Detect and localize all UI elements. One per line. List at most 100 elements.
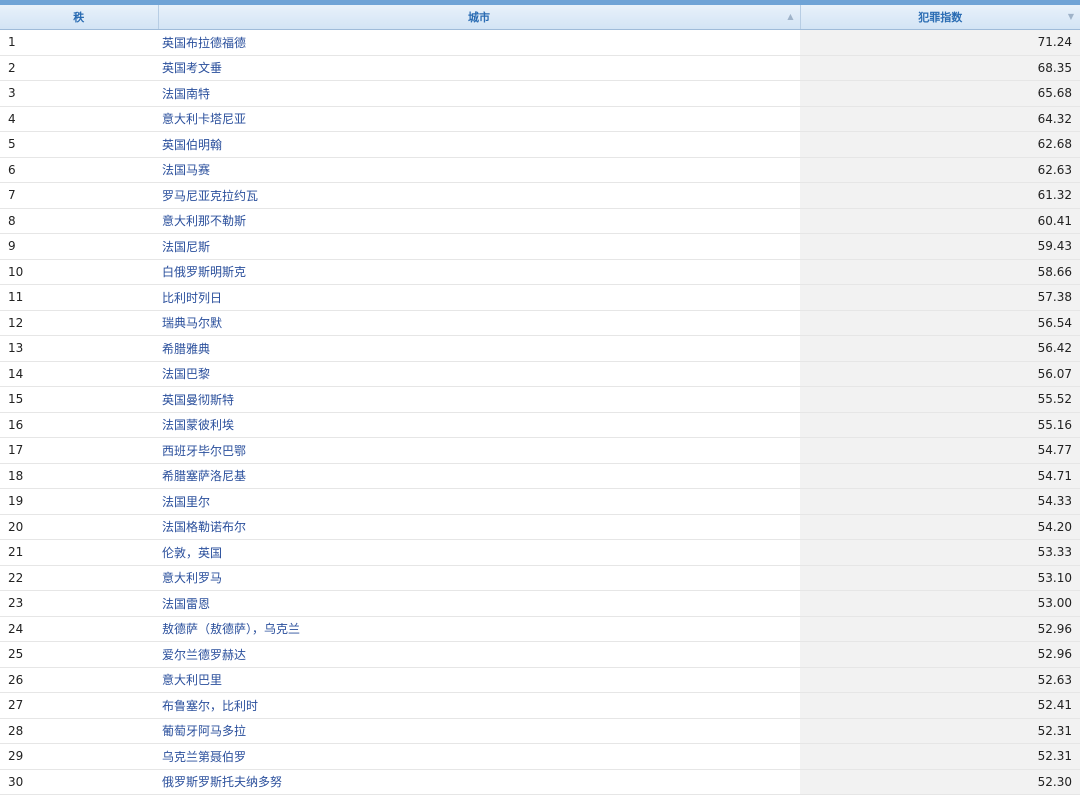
table-row[interactable]: 23 法国雷恩 53.00	[0, 590, 1080, 617]
crime-index-cell: 54.20	[800, 514, 1080, 540]
rank-cell: 10	[0, 259, 158, 285]
table-row[interactable]: 16 法国蒙彼利埃 55.16	[0, 412, 1080, 438]
sort-descending-icon[interactable]: ▼	[1068, 12, 1074, 21]
crime-index-table: 秩 城市 ▲ 犯罪指数 ▼ 1 英国布拉德福德 71.24 2 英国考文垂 68.35 3 法…	[0, 5, 1080, 795]
table-row[interactable]: 29 乌克兰第聂伯罗 52.31	[0, 743, 1080, 770]
column-header-crime-label: 犯罪指数	[918, 11, 963, 24]
crime-index-cell: 52.96	[800, 616, 1080, 642]
table-row[interactable]: 15 英国曼彻斯特 55.52	[0, 386, 1080, 413]
table-row[interactable]: 13 希腊雅典 56.42	[0, 335, 1080, 362]
table-row[interactable]: 19 法国里尔 54.33	[0, 488, 1080, 515]
table-row[interactable]: 9 法国尼斯 59.43	[0, 233, 1080, 260]
city-cell: 法国尼斯	[158, 233, 800, 260]
crime-index-cell: 56.54	[800, 310, 1080, 336]
city-cell: 英国曼彻斯特	[158, 386, 800, 413]
city-cell: 西班牙毕尔巴鄂	[158, 437, 800, 464]
city-cell: 俄罗斯罗斯托夫纳多努	[158, 769, 800, 795]
crime-index-cell: 57.38	[800, 284, 1080, 311]
crime-index-cell: 55.16	[800, 412, 1080, 438]
table-row[interactable]: 1 英国布拉德福德 71.24	[0, 29, 1080, 56]
crime-index-cell: 65.68	[800, 80, 1080, 107]
city-cell: 罗马尼亚克拉约瓦	[158, 182, 800, 209]
rank-cell: 3	[0, 80, 158, 107]
rank-cell: 4	[0, 106, 158, 132]
table-row[interactable]: 2 英国考文垂 68.35	[0, 55, 1080, 81]
city-cell: 希腊塞萨洛尼基	[158, 463, 800, 489]
city-cell: 伦敦，英国	[158, 539, 800, 566]
crime-index-cell: 54.33	[800, 488, 1080, 515]
table-row[interactable]: 12 瑞典马尔默 56.54	[0, 310, 1080, 336]
column-header-rank[interactable]: 秩	[0, 5, 159, 30]
crime-index-cell: 52.31	[800, 718, 1080, 744]
table-row[interactable]: 26 意大利巴里 52.63	[0, 667, 1080, 693]
rank-cell: 9	[0, 233, 158, 260]
column-header-crime-index[interactable]: 犯罪指数 ▼	[800, 5, 1080, 30]
table-row[interactable]: 4 意大利卡塔尼亚 64.32	[0, 106, 1080, 132]
crime-index-cell: 56.42	[800, 335, 1080, 362]
crime-index-cell: 62.68	[800, 131, 1080, 158]
crime-index-cell: 52.41	[800, 692, 1080, 719]
crime-index-cell: 52.63	[800, 667, 1080, 693]
column-header-city[interactable]: 城市 ▲	[158, 5, 801, 30]
crime-index-cell: 61.32	[800, 182, 1080, 209]
column-header-rank-label: 秩	[73, 11, 85, 24]
rank-cell: 30	[0, 769, 158, 795]
table-row[interactable]: 8 意大利那不勒斯 60.41	[0, 208, 1080, 234]
city-cell: 法国马赛	[158, 157, 800, 183]
crime-index-cell: 53.10	[800, 565, 1080, 591]
rank-cell: 19	[0, 488, 158, 515]
rank-cell: 16	[0, 412, 158, 438]
rank-cell: 2	[0, 55, 158, 81]
city-cell: 法国里尔	[158, 488, 800, 515]
crime-index-cell: 62.63	[800, 157, 1080, 183]
city-cell: 英国布拉德福德	[158, 29, 800, 56]
rank-cell: 29	[0, 743, 158, 770]
rank-cell: 14	[0, 361, 158, 387]
table-row[interactable]: 3 法国南特 65.68	[0, 80, 1080, 107]
crime-index-cell: 52.30	[800, 769, 1080, 795]
rank-cell: 7	[0, 182, 158, 209]
crime-index-cell: 58.66	[800, 259, 1080, 285]
city-cell: 法国格勒诺布尔	[158, 514, 800, 540]
table-row[interactable]: 10 白俄罗斯明斯克 58.66	[0, 259, 1080, 285]
city-cell: 英国考文垂	[158, 55, 800, 81]
table-row[interactable]: 27 布鲁塞尔，比利时 52.41	[0, 692, 1080, 719]
crime-index-cell: 64.32	[800, 106, 1080, 132]
table-row[interactable]: 20 法国格勒诺布尔 54.20	[0, 514, 1080, 540]
table-row[interactable]: 28 葡萄牙阿马多拉 52.31	[0, 718, 1080, 744]
crime-index-cell: 56.07	[800, 361, 1080, 387]
table-row[interactable]: 25 爱尔兰德罗赫达 52.96	[0, 641, 1080, 668]
sort-ascending-icon[interactable]: ▲	[787, 12, 793, 21]
rank-cell: 6	[0, 157, 158, 183]
rank-cell: 8	[0, 208, 158, 234]
table-header: 秩 城市 ▲ 犯罪指数 ▼	[0, 5, 1080, 30]
rank-cell: 22	[0, 565, 158, 591]
rank-cell: 15	[0, 386, 158, 413]
table-row[interactable]: 6 法国马赛 62.63	[0, 157, 1080, 183]
table-row[interactable]: 11 比利时列日 57.38	[0, 284, 1080, 311]
city-cell: 法国巴黎	[158, 361, 800, 387]
table-row[interactable]: 21 伦敦，英国 53.33	[0, 539, 1080, 566]
table-row[interactable]: 30 俄罗斯罗斯托夫纳多努 52.30	[0, 769, 1080, 795]
rank-cell: 13	[0, 335, 158, 362]
table-row[interactable]: 7 罗马尼亚克拉约瓦 61.32	[0, 182, 1080, 209]
table-row[interactable]: 17 西班牙毕尔巴鄂 54.77	[0, 437, 1080, 464]
table-row[interactable]: 14 法国巴黎 56.07	[0, 361, 1080, 387]
table-row[interactable]: 24 敖德萨（敖德萨），乌克兰 52.96	[0, 616, 1080, 642]
city-cell: 敖德萨（敖德萨），乌克兰	[158, 616, 800, 642]
city-cell: 英国伯明翰	[158, 131, 800, 158]
rank-cell: 5	[0, 131, 158, 158]
rank-cell: 1	[0, 29, 158, 56]
rank-cell: 17	[0, 437, 158, 464]
city-cell: 法国南特	[158, 80, 800, 107]
table-row[interactable]: 5 英国伯明翰 62.68	[0, 131, 1080, 158]
city-cell: 比利时列日	[158, 284, 800, 311]
table-row[interactable]: 18 希腊塞萨洛尼基 54.71	[0, 463, 1080, 489]
city-cell: 意大利那不勒斯	[158, 208, 800, 234]
city-cell: 布鲁塞尔，比利时	[158, 692, 800, 719]
city-cell: 乌克兰第聂伯罗	[158, 743, 800, 770]
city-cell: 意大利卡塔尼亚	[158, 106, 800, 132]
table-row[interactable]: 22 意大利罗马 53.10	[0, 565, 1080, 591]
rank-cell: 27	[0, 692, 158, 719]
table-body: 1 英国布拉德福德 71.24 2 英国考文垂 68.35 3 法国南特 65.68 4 意大利卡塔…	[0, 29, 1080, 795]
